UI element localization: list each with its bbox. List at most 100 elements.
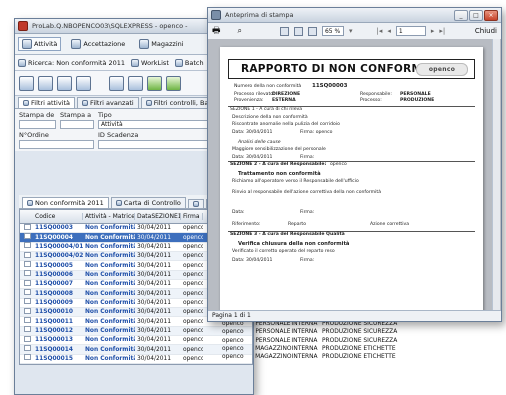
field-responsabile: Responsabile: <box>360 92 392 97</box>
last-page-icon[interactable]: ▸| <box>439 27 445 35</box>
overflow-firma: openco <box>222 329 244 336</box>
next-page-icon[interactable]: ▸ <box>431 27 435 35</box>
filter-icon <box>82 100 89 106</box>
print-icon[interactable]: 🖶 <box>212 23 221 39</box>
prev-page-icon[interactable]: ◂ <box>387 27 391 35</box>
row-select[interactable] <box>20 289 33 298</box>
ordine-field[interactable] <box>19 140 94 149</box>
header-codice[interactable]: Codice <box>33 213 83 220</box>
worklist-tab[interactable]: WorkList <box>131 58 169 67</box>
two-page-icon[interactable] <box>293 26 303 36</box>
data-2: Data: 30/04/2011 <box>232 155 273 160</box>
stampa-de-label: Stampa de <box>19 111 55 119</box>
row-select[interactable] <box>20 298 33 307</box>
menu-magazzini[interactable]: Magazzini <box>135 37 187 51</box>
list-icon[interactable] <box>38 75 53 91</box>
search-icon[interactable] <box>19 75 34 91</box>
stampa-de-field[interactable] <box>19 120 56 129</box>
cell-attivita: Non Conformità <box>85 355 135 362</box>
cell-attivita: Non Conformità <box>85 253 135 260</box>
row-select[interactable] <box>20 270 33 279</box>
header-firma[interactable]: Firma <box>181 213 203 220</box>
app-icon <box>18 21 28 31</box>
cell-attivita: Non Conformità <box>85 271 135 278</box>
preview-titlebar[interactable]: Anteprima di stampa _ □ × <box>208 8 501 23</box>
chiudi-button[interactable]: Chiudi <box>475 27 497 35</box>
cell-firma: openco <box>183 355 203 362</box>
table-icon[interactable] <box>57 75 72 91</box>
descr-value: Riscontrate anomalie nella pulizia del c… <box>232 122 340 127</box>
row-select[interactable] <box>20 335 33 345</box>
zoom-dropdown-icon[interactable]: ▾ <box>349 27 353 35</box>
row-select[interactable] <box>20 279 33 289</box>
tab-carta-controllo[interactable]: Carta di Controllo <box>110 197 186 208</box>
cell-data: 30/04/2011 <box>137 281 171 288</box>
cell-codice: 11SQ00010 <box>35 309 73 316</box>
row-select[interactable] <box>20 326 33 335</box>
single-page-icon[interactable] <box>279 26 289 36</box>
cell-codice: 11SQ00003 <box>35 225 73 232</box>
report-page: RAPPORTO DI NON CONFORMITA' openco Numer… <box>220 47 483 317</box>
data-4: Data: 30/04/2011 <box>232 258 273 263</box>
value-processo: DIREZIONE <box>272 92 301 97</box>
row-select[interactable] <box>20 233 33 242</box>
cell-attivita: Non Conformità <box>85 337 135 344</box>
menu-attivita[interactable]: Attività <box>18 37 62 51</box>
tipo-label: Tipo <box>98 111 112 119</box>
ordine-label: N°Ordine <box>19 131 49 139</box>
cell-attivita: Non Conformità <box>85 290 135 297</box>
cell-attivita: Non Conformità <box>85 243 135 250</box>
overflow-responsabile: PERSONALE <box>255 321 291 328</box>
overflow-processo: PRODUZIONE SICUREZZA <box>321 329 398 336</box>
table-row[interactable]: 11SQ00012 Non Conformità 30/04/2011 openco <box>20 326 252 337</box>
page-field[interactable]: 1 <box>395 26 426 36</box>
header-attivita[interactable]: Attività - Matrice <box>83 213 135 220</box>
first-page-icon[interactable]: |◂ <box>377 27 383 35</box>
cell-codice: 11SQ00004 <box>35 234 73 241</box>
cell-attivita: Non Conformità <box>85 309 135 316</box>
grid-icon <box>192 201 199 207</box>
flask-icon[interactable] <box>76 75 91 91</box>
tab-filtri-attivita[interactable]: Filtri attività <box>18 97 76 108</box>
search-tab[interactable]: Ricerca: Non conformità 2011 <box>18 58 125 67</box>
maximize-button[interactable]: □ <box>469 9 483 21</box>
cell-data: 30/04/2011 <box>137 337 171 344</box>
row-select[interactable] <box>20 242 33 251</box>
cell-codice: 11SQ00012 <box>35 327 73 334</box>
table-row[interactable]: 11SQ00013 Non Conformità 30/04/2011 openco <box>20 335 252 346</box>
multi-page-icon[interactable] <box>307 26 317 36</box>
menu-accettazione[interactable]: Accettazione <box>67 37 129 51</box>
header-data[interactable]: DataSEZIONE1 <box>135 213 181 220</box>
export-icon[interactable] <box>147 75 162 91</box>
table-row[interactable]: 11SQ00014 Non Conformità 30/04/2011 openco <box>20 345 252 355</box>
batch-tab[interactable]: Batch <box>174 58 204 67</box>
overflow-provenienza: INTERNA <box>291 329 318 336</box>
preview-scrollbar[interactable] <box>492 39 500 310</box>
cell-attivita: Non Conformità <box>85 299 135 306</box>
table-row[interactable]: 11SQ00015 Non Conformità 30/04/2011 openco <box>20 354 252 365</box>
cell-firma: openco <box>183 271 203 278</box>
tab-extra-1[interactable] <box>187 199 204 208</box>
row-select[interactable] <box>20 223 33 233</box>
close-window-button[interactable]: × <box>484 9 498 21</box>
cell-data: 30/04/2011 <box>137 234 171 241</box>
zoom-icon[interactable]: ⌕ <box>238 26 242 36</box>
minimize-button[interactable]: _ <box>454 9 468 21</box>
stampa-a-field[interactable] <box>60 120 94 129</box>
zoom-field[interactable]: 65 % <box>321 26 344 36</box>
row-select[interactable] <box>20 251 33 261</box>
row-select[interactable] <box>20 261 33 270</box>
row-select[interactable] <box>20 354 33 363</box>
tab-filtri-avanzati[interactable]: Filtri avanzati <box>77 97 139 108</box>
document-icon[interactable] <box>109 75 124 91</box>
row-select[interactable] <box>20 307 33 317</box>
print-icon[interactable] <box>128 75 143 91</box>
filter-icon <box>145 100 152 106</box>
cell-data: 30/04/2011 <box>137 271 171 278</box>
cell-attivita: Non Conformità <box>85 327 135 334</box>
row-select[interactable] <box>20 345 33 354</box>
cell-attivita: Non Conformità <box>85 281 135 288</box>
import-icon[interactable] <box>166 75 181 91</box>
row-select[interactable] <box>20 317 33 326</box>
tab-non-conformita[interactable]: Non conformità 2011 <box>22 197 109 208</box>
